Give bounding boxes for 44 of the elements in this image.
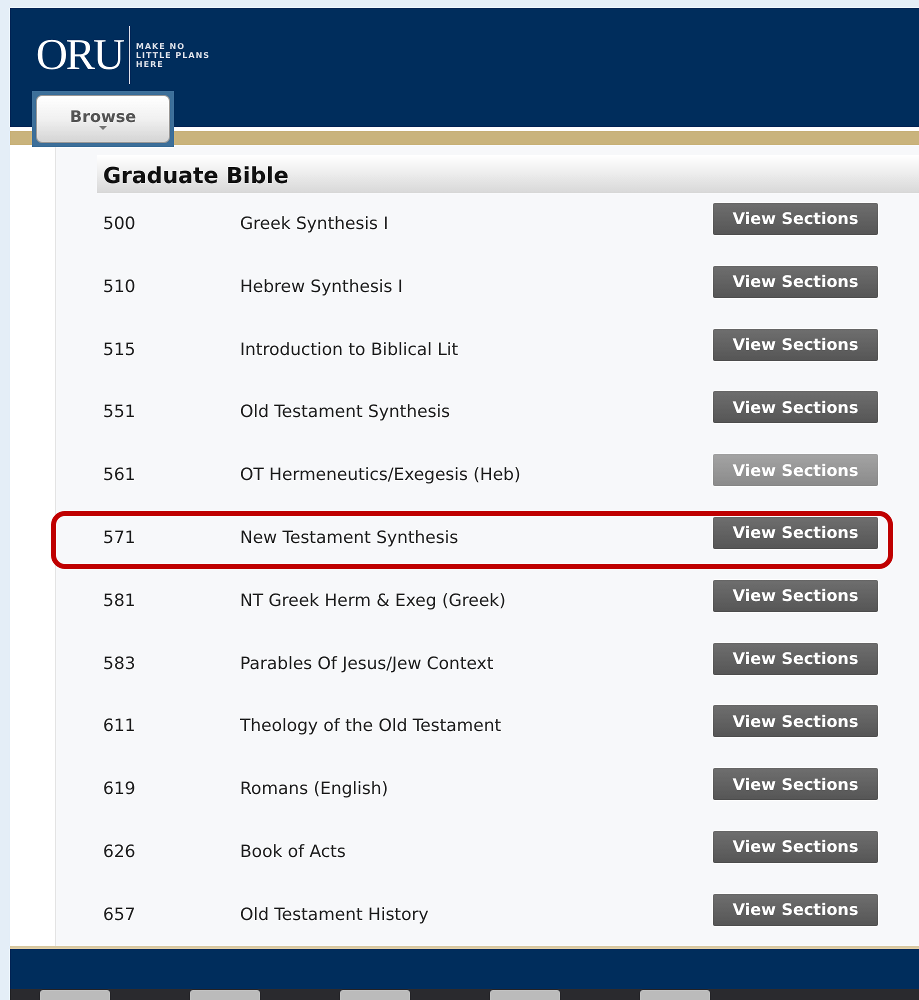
tagline: MAKE NO LITTLE PLANS HERE bbox=[136, 42, 210, 68]
course-title: Romans (English) bbox=[240, 779, 390, 800]
course-number: 561 bbox=[102, 465, 136, 486]
view-sections-button[interactable]: View Sections bbox=[713, 391, 878, 424]
view-sections-button[interactable]: View Sections bbox=[713, 768, 878, 800]
course-number: 581 bbox=[102, 590, 136, 611]
taskbar-button[interactable] bbox=[490, 990, 560, 1000]
taskbar-button[interactable] bbox=[40, 990, 110, 1000]
course-title: NT Greek Herm & Exeg (Greek) bbox=[240, 590, 507, 611]
taskbar-button[interactable] bbox=[190, 990, 260, 1000]
view-sections-button[interactable]: View Sections bbox=[713, 266, 878, 298]
course-title: Old Testament History bbox=[240, 904, 430, 925]
course-number: 611 bbox=[102, 716, 136, 736]
view-sections-button[interactable]: View Sections bbox=[713, 642, 878, 675]
course-title: OT Hermeneutics/Exegesis (Heb) bbox=[240, 465, 522, 486]
course-title: Old Testament Synthesis bbox=[240, 402, 452, 422]
course-title: Hebrew Synthesis I bbox=[240, 276, 404, 297]
course-number: 657 bbox=[102, 904, 136, 925]
course-title: Introduction to Biblical Lit bbox=[240, 340, 460, 360]
course-title: Parables Of Jesus/Jew Context bbox=[240, 654, 494, 674]
course-title: Greek Synthesis I bbox=[240, 214, 390, 234]
view-sections-button[interactable]: View Sections bbox=[713, 202, 878, 235]
view-sections-button[interactable]: View Sections bbox=[713, 705, 878, 738]
course-title: New Testament Synthesis bbox=[240, 528, 460, 548]
view-sections-button[interactable]: View Sections bbox=[713, 328, 878, 361]
taskbar-button[interactable] bbox=[340, 990, 410, 1000]
view-sections-button[interactable]: View Sections bbox=[713, 580, 878, 612]
course-number: 515 bbox=[102, 340, 136, 360]
view-sections-button[interactable]: View Sections bbox=[713, 516, 878, 549]
section-title: Graduate Bible bbox=[97, 154, 919, 193]
course-title: Book of Acts bbox=[240, 842, 347, 862]
course-number: 626 bbox=[102, 842, 136, 862]
browse-button[interactable]: Browse bbox=[36, 94, 170, 143]
view-sections-button[interactable]: View Sections bbox=[713, 830, 878, 863]
course-number: 500 bbox=[102, 214, 136, 234]
course-number: 619 bbox=[102, 779, 136, 800]
course-number: 571 bbox=[102, 528, 136, 548]
view-sections-button[interactable]: View Sections bbox=[713, 894, 878, 926]
course-title: Theology of the Old Testament bbox=[240, 716, 502, 736]
taskbar-button[interactable] bbox=[640, 990, 710, 1000]
course-number: 551 bbox=[102, 402, 136, 422]
logo: ORU bbox=[36, 26, 130, 84]
course-number: 583 bbox=[102, 654, 136, 674]
course-number: 510 bbox=[102, 276, 136, 297]
